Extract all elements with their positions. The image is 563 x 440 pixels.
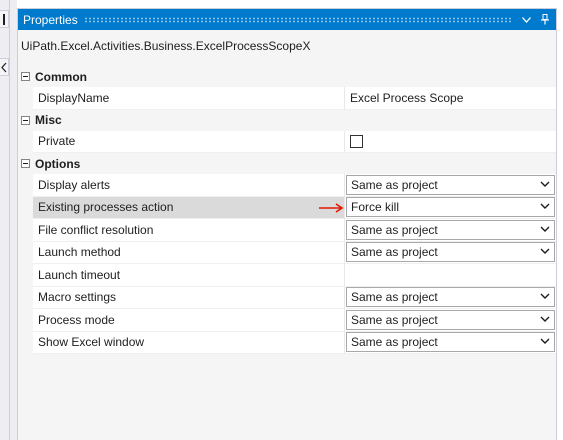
chevron-down-icon	[540, 293, 550, 300]
chevron-down-icon	[540, 181, 550, 187]
category-label: Options	[35, 156, 81, 171]
process-mode-dropdown[interactable]: Same as project	[346, 309, 555, 330]
category-options[interactable]: Options	[18, 153, 556, 174]
property-row-macro-settings[interactable]: Macro settings Same as project	[18, 286, 556, 309]
display-alerts-dropdown[interactable]: Same as project	[346, 174, 555, 195]
properties-panel: Properties UiPath.Excel.Activities.Busin…	[17, 8, 557, 440]
dropdown-value: Same as project	[351, 222, 438, 237]
panel-gap	[10, 0, 17, 440]
property-name: Process mode	[33, 309, 345, 332]
show-excel-window-dropdown[interactable]: Same as project	[346, 332, 555, 353]
property-row-launch-method[interactable]: Launch method Same as project	[18, 241, 556, 264]
dropdown-value: Force kill	[351, 200, 400, 215]
triangle-down-icon	[521, 16, 531, 23]
private-value[interactable]	[345, 130, 556, 153]
property-name: DisplayName	[33, 87, 345, 110]
drag-grip[interactable]	[83, 16, 512, 23]
dropdown-value: Same as project	[351, 177, 438, 192]
collapse-icon[interactable]	[21, 159, 30, 168]
chevron-down-icon	[540, 248, 550, 255]
chevron-left-icon	[1, 62, 7, 73]
property-row-file-conflict-resolution[interactable]: File conflict resolution Same as project	[18, 219, 556, 242]
category-misc[interactable]: Misc	[18, 110, 556, 131]
pin-button[interactable]	[537, 12, 553, 28]
property-name: Existing processes action	[33, 196, 345, 219]
property-name: Display alerts	[33, 174, 345, 197]
category-label: Misc	[35, 113, 62, 127]
collapse-icon[interactable]	[21, 115, 30, 125]
launch-timeout-value[interactable]	[345, 264, 556, 287]
chevron-down-icon	[540, 316, 550, 322]
adjacent-panel-tab[interactable]	[0, 58, 9, 76]
property-name: Show Excel window	[33, 331, 345, 354]
activity-type-name: UiPath.Excel.Activities.Business.ExcelPr…	[21, 39, 311, 53]
panel-menu-button[interactable]	[518, 12, 534, 28]
category-common[interactable]: Common	[18, 66, 556, 87]
pin-icon	[541, 14, 549, 25]
property-name: Launch timeout	[33, 264, 345, 287]
displayname-value[interactable]: Excel Process Scope	[345, 87, 556, 110]
property-name: Macro settings	[33, 286, 345, 309]
property-row-show-excel-window[interactable]: Show Excel window Same as project	[18, 331, 556, 354]
property-row-display-alerts[interactable]: Display alerts Same as project	[18, 174, 556, 197]
collapse-icon[interactable]	[21, 72, 30, 81]
property-row-launch-timeout[interactable]: Launch timeout	[18, 264, 556, 287]
file-conflict-resolution-dropdown[interactable]: Same as project	[346, 219, 555, 240]
chevron-down-icon	[540, 226, 550, 232]
chevron-down-icon	[540, 338, 550, 345]
adjacent-panel-tab[interactable]	[0, 10, 9, 28]
property-row-private[interactable]: Private	[18, 130, 556, 153]
property-row-displayname[interactable]: DisplayName Excel Process Scope	[18, 87, 556, 110]
dropdown-value: Same as project	[351, 312, 438, 327]
properties-titlebar[interactable]: Properties	[18, 9, 556, 30]
category-label: Common	[35, 69, 87, 84]
panel-title: Properties	[23, 12, 78, 27]
chevron-down-icon	[540, 203, 550, 210]
dropdown-value: Same as project	[351, 335, 438, 350]
property-name: Private	[33, 130, 345, 153]
property-grid: Common DisplayName Excel Process Scope M…	[18, 66, 556, 354]
bar-icon	[3, 14, 5, 25]
macro-settings-dropdown[interactable]: Same as project	[346, 287, 555, 308]
property-row-process-mode[interactable]: Process mode Same as project	[18, 309, 556, 332]
property-name: Launch method	[33, 241, 345, 264]
adjacent-panel-strip	[0, 0, 10, 440]
red-arrow-annotation-icon	[319, 202, 344, 213]
displayname-text[interactable]: Excel Process Scope	[346, 91, 463, 105]
launch-method-dropdown[interactable]: Same as project	[346, 242, 555, 263]
dropdown-value: Same as project	[351, 290, 438, 305]
private-checkbox[interactable]	[350, 134, 363, 148]
existing-processes-action-dropdown[interactable]: Force kill	[346, 197, 555, 218]
dropdown-value: Same as project	[351, 245, 438, 260]
property-name: File conflict resolution	[33, 219, 345, 242]
property-row-existing-processes-action[interactable]: Existing processes action Force kill	[18, 196, 556, 219]
